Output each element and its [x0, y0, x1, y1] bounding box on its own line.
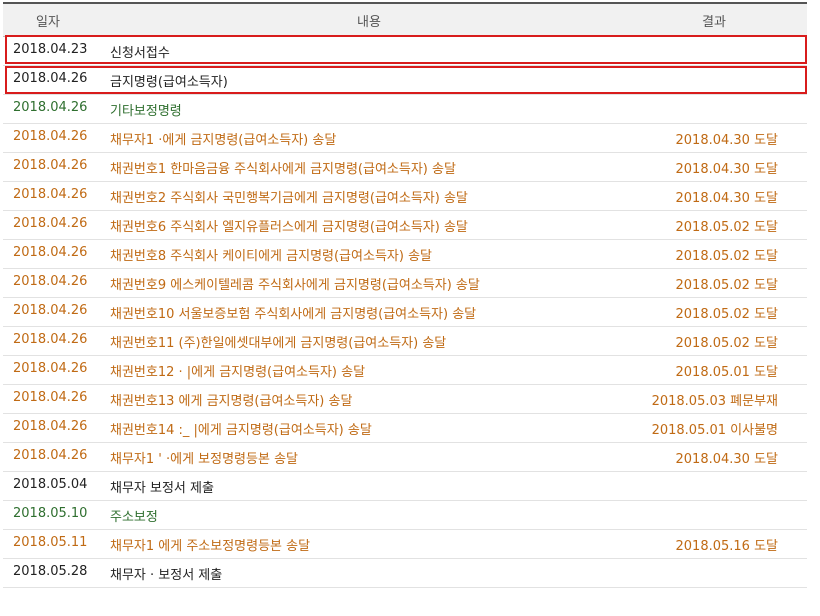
row-date: 2018.04.26 — [13, 187, 88, 202]
row-date: 2018.05.10 — [13, 506, 88, 521]
table-row: 2018.04.26 채권번호11 (주)한일에셋대부에게 금지명령(급여소득자)… — [3, 327, 807, 356]
row-result: 2018.04.30 도달 — [675, 133, 779, 148]
table-row: 2018.05.11 채무자1 에게 주소보정명령등본 송달 2018.05.16 … — [3, 530, 807, 559]
header-result: 결과 — [702, 15, 726, 30]
row-date: 2018.05.28 — [13, 564, 88, 579]
row-date: 2018.04.26 — [13, 158, 88, 173]
row-content: 신청서접수 — [110, 46, 170, 61]
row-result: 2018.04.30 도달 — [675, 162, 779, 177]
row-content: 채권번호14 :_ |에게 금지명령(급여소득자) 송달 — [110, 423, 372, 438]
row-content: 채권번호12 · |에게 금지명령(급여소득자) 송달 — [110, 365, 366, 380]
table-row: 2018.04.26 채권번호6 주식회사 엘지유플러스에게 금지명령(급여소득자… — [3, 211, 807, 240]
row-result: 2018.05.03 폐문부재 — [651, 394, 778, 409]
row-date: 2018.04.26 — [13, 216, 88, 231]
table-body: 2018.04.23 신청서접수 2018.04.26 금지명령(급여소득자) 2018… — [3, 37, 807, 588]
row-date: 2018.05.04 — [13, 477, 88, 492]
row-result: 2018.04.30 도달 — [675, 191, 779, 206]
table-row: 2018.04.26 채무자1 ' ·에게 보정명령등본 송달 2018.04.30… — [3, 443, 807, 472]
row-date: 2018.04.26 — [13, 71, 88, 86]
row-result: 2018.05.01 이사불명 — [651, 423, 778, 438]
row-date: 2018.05.11 — [13, 535, 88, 550]
table-row: 2018.04.26 채권번호13 에게 금지명령(급여소득자) 송달 2018.0… — [3, 385, 807, 414]
row-date: 2018.04.26 — [13, 303, 88, 318]
row-content: 채권번호6 주식회사 엘지유플러스에게 금지명령(급여소득자) 송달 — [110, 220, 468, 235]
row-date: 2018.04.26 — [13, 332, 88, 347]
table-row: 2018.04.23 신청서접수 — [3, 37, 807, 66]
table-row: 2018.04.26 금지명령(급여소득자) — [3, 66, 807, 95]
table-row: 2018.04.26 채권번호14 :_ |에게 금지명령(급여소득자) 송달 20… — [3, 414, 807, 443]
table-row: 2018.04.26 채권번호9 에스케이텔레콤 주식회사에게 금지명령(급여소득… — [3, 269, 807, 298]
row-date: 2018.04.23 — [13, 42, 88, 57]
table-row: 2018.04.26 채권번호10 서울보증보험 주식회사에게 금지명령(급여소득… — [3, 298, 807, 327]
table-header: 일자 내용 결과 — [3, 2, 807, 37]
row-result: 2018.05.16 도달 — [675, 539, 779, 554]
row-content: 채무자 보정서 제출 — [110, 481, 214, 496]
row-result: 2018.04.30 도달 — [675, 452, 779, 467]
row-date: 2018.04.26 — [13, 448, 88, 463]
row-date: 2018.04.26 — [13, 390, 88, 405]
row-date: 2018.04.26 — [13, 361, 88, 376]
row-content: 금지명령(급여소득자) — [110, 75, 228, 90]
row-content: 채무자1 ·에게 금지명령(급여소득자) 송달 — [110, 133, 337, 148]
row-date: 2018.04.26 — [13, 129, 88, 144]
table-row: 2018.05.28 채무자 · 보정서 제출 — [3, 559, 807, 588]
row-result: 2018.05.02 도달 — [675, 220, 779, 235]
row-result: 2018.05.02 도달 — [675, 336, 779, 351]
table-row: 2018.04.26 채권번호8 주식회사 케이티에게 금지명령(급여소득자) 송… — [3, 240, 807, 269]
row-content: 주소보정 — [110, 510, 158, 525]
row-content: 채권번호9 에스케이텔레콤 주식회사에게 금지명령(급여소득자) 송달 — [110, 278, 480, 293]
row-result: 2018.05.01 도달 — [675, 365, 779, 380]
header-content: 내용 — [357, 15, 381, 30]
row-result: 2018.05.02 도달 — [675, 249, 779, 264]
table-row: 2018.04.26 기타보정명령 — [3, 95, 807, 124]
table-row: 2018.04.26 채권번호1 한마음금융 주식회사에게 금지명령(급여소득자)… — [3, 153, 807, 182]
table-row: 2018.05.10 주소보정 — [3, 501, 807, 530]
row-content: 채권번호10 서울보증보험 주식회사에게 금지명령(급여소득자) 송달 — [110, 307, 477, 322]
row-content: 채권번호11 (주)한일에셋대부에게 금지명령(급여소득자) 송달 — [110, 336, 447, 351]
header-date: 일자 — [36, 15, 60, 30]
table-row: 2018.05.04 채무자 보정서 제출 — [3, 472, 807, 501]
row-result: 2018.05.02 도달 — [675, 278, 779, 293]
table-row: 2018.04.26 채권번호2 주식회사 국민행복기금에게 금지명령(급여소득자… — [3, 182, 807, 211]
row-content: 채권번호8 주식회사 케이티에게 금지명령(급여소득자) 송달 — [110, 249, 432, 264]
table-row: 2018.04.26 채무자1 ·에게 금지명령(급여소득자) 송달 2018.04… — [3, 124, 807, 153]
row-date: 2018.04.26 — [13, 419, 88, 434]
row-content: 채권번호2 주식회사 국민행복기금에게 금지명령(급여소득자) 송달 — [110, 191, 468, 206]
row-date: 2018.04.26 — [13, 274, 88, 289]
row-result: 2018.05.02 도달 — [675, 307, 779, 322]
row-date: 2018.04.26 — [13, 245, 88, 260]
row-date: 2018.04.26 — [13, 100, 88, 115]
table-row: 2018.04.26 채권번호12 · |에게 금지명령(급여소득자) 송달 201… — [3, 356, 807, 385]
row-content: 채권번호1 한마음금융 주식회사에게 금지명령(급여소득자) 송달 — [110, 162, 456, 177]
case-progress-page: 일자 내용 결과 2018.04.23 신청서접수 2018.04.26 금지명령(급… — [0, 0, 820, 616]
row-content: 채무자1 ' ·에게 보정명령등본 송달 — [110, 452, 298, 467]
row-content: 채권번호13 에게 금지명령(급여소득자) 송달 — [110, 394, 353, 409]
case-history-table: 일자 내용 결과 2018.04.23 신청서접수 2018.04.26 금지명령(급… — [3, 2, 807, 588]
row-content: 채무자 · 보정서 제출 — [110, 568, 223, 583]
row-content: 기타보정명령 — [110, 104, 182, 119]
row-content: 채무자1 에게 주소보정명령등본 송달 — [110, 539, 311, 554]
